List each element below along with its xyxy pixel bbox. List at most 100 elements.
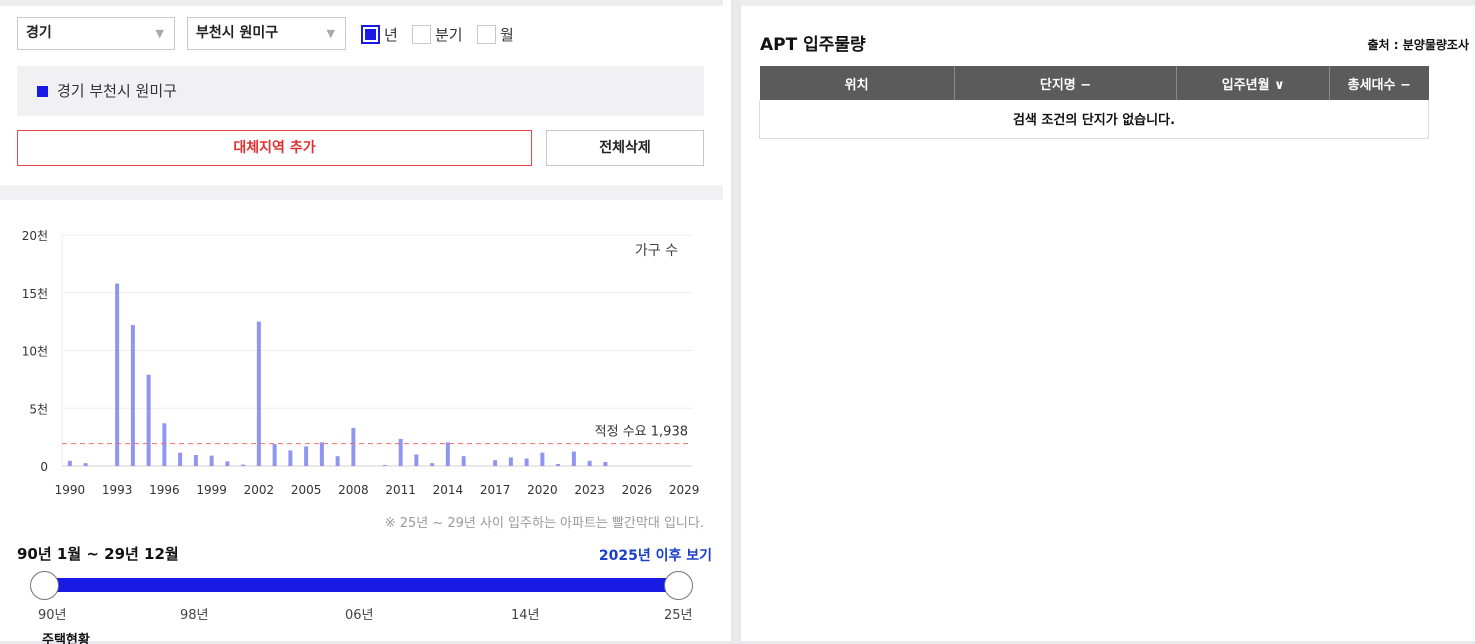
column-complex-name[interactable]: 단지명 − <box>954 66 1178 100</box>
chart-bar <box>67 460 72 466</box>
y-tick-label: 20천 <box>22 228 48 243</box>
x-tick-label: 2026 <box>622 483 653 497</box>
province-select-value: 경기 <box>26 25 52 41</box>
checkbox-unchecked-icon <box>477 24 496 44</box>
x-tick-label: 2017 <box>480 483 511 497</box>
reference-line-label: 적정 수요 1,938 <box>595 425 688 440</box>
y-tick-label: 10천 <box>22 344 48 359</box>
add-region-button[interactable]: 대체지역 추가 <box>17 130 532 166</box>
chart-bar <box>193 455 198 466</box>
y-tick-label: 15천 <box>22 286 48 301</box>
chart-bar <box>115 283 120 466</box>
x-tick-label: 2020 <box>527 483 558 497</box>
selected-region-label: 경기 부천시 원미구 <box>57 82 177 100</box>
x-tick-label: 1990 <box>55 483 86 497</box>
source-label: 출처 : 분양물량조사 <box>1367 38 1469 52</box>
selected-region-box: 경기 부천시 원미구 <box>17 66 704 116</box>
apt-supply-table: 위치 단지명 − 입주년월 ∨ 총세대수 − 검색 조건의 단지가 없습니다. <box>759 66 1429 139</box>
range-title: 90년 1월 ~ 29년 12월 <box>17 545 179 563</box>
province-select[interactable]: 경기 ▼ <box>17 17 175 50</box>
right-panel: APT 입주물량 출처 : 분양물량조사 위치 단지명 − 입주년월 ∨ 총세대… <box>741 0 1475 641</box>
district-select[interactable]: 부천시 원미구 ▼ <box>187 17 346 50</box>
x-tick-label: 2011 <box>385 483 416 497</box>
x-tick-label: 2008 <box>338 483 369 497</box>
chart-bar <box>571 451 576 466</box>
checkbox-unchecked-icon <box>412 24 431 44</box>
range-slider-end-handle[interactable] <box>664 571 693 600</box>
range-tick-label: 14년 <box>511 608 540 623</box>
range-slider-track[interactable] <box>44 578 678 592</box>
left-panel: 경기 ▼ 부천시 원미구 ▼ 년 분기 월 경기 부천시 원미구 대체지역 추가… <box>0 0 731 644</box>
range-tick-label: 98년 <box>180 608 209 623</box>
period-year-label: 년 <box>384 25 398 44</box>
x-tick-label: 2002 <box>244 483 275 497</box>
period-quarter-checkbox[interactable]: 분기 <box>412 24 463 44</box>
x-tick-label: 2014 <box>433 483 464 497</box>
chart-bar <box>587 460 592 466</box>
x-tick-label: 1999 <box>196 483 227 497</box>
chart-bar <box>83 463 88 466</box>
chart-bar <box>178 452 183 466</box>
chart-bar <box>256 321 261 466</box>
chart-bar <box>430 463 435 466</box>
chart-bar <box>603 461 608 466</box>
chart-bar <box>382 465 387 466</box>
chart-bar <box>272 444 277 466</box>
period-month-label: 월 <box>500 25 514 44</box>
x-tick-label: 1996 <box>149 483 180 497</box>
x-tick-label: 1993 <box>102 483 133 497</box>
chart-bar <box>209 455 214 466</box>
chart-bar <box>335 456 340 466</box>
supply-bar-chart: 0 5천 10천 15천 20천적정 수요 1,938 가구 수 1990 1993 1996 1… <box>22 228 700 497</box>
period-year-checkbox[interactable]: 년 <box>361 24 398 44</box>
chart-bar <box>508 457 513 466</box>
chart-bar <box>304 446 309 466</box>
chart-bar <box>319 442 324 466</box>
range-slider-start-handle[interactable] <box>30 571 59 600</box>
top-band <box>741 0 1475 6</box>
chart-bar <box>351 427 356 466</box>
apt-supply-title: APT 입주물량 <box>760 35 866 55</box>
period-month-checkbox[interactable]: 월 <box>477 24 514 44</box>
chart-bar <box>524 458 529 466</box>
chart-bar <box>162 423 167 466</box>
next-section-title: 주택현황 <box>42 633 90 644</box>
x-tick-label: 2005 <box>291 483 322 497</box>
series-label: 가구 수 <box>635 243 678 259</box>
delete-all-button[interactable]: 전체삭제 <box>546 130 704 166</box>
chart-bar <box>146 374 151 466</box>
range-tick-label: 25년 <box>664 608 693 623</box>
chart-bar <box>445 442 450 466</box>
column-total-units[interactable]: 총세대수 − <box>1329 66 1429 100</box>
chart-bar <box>241 464 246 466</box>
top-band <box>0 0 723 6</box>
after-2025-link[interactable]: 2025년 이후 보기 <box>599 545 712 565</box>
chevron-down-icon: ▼ <box>326 27 335 40</box>
section-divider <box>0 185 723 200</box>
range-tick-label: 90년 <box>38 608 67 623</box>
chart-bar <box>493 460 498 466</box>
column-location[interactable]: 위치 <box>759 66 955 100</box>
table-row: 검색 조건의 단지가 없습니다. <box>759 100 1429 139</box>
column-move-in-date[interactable]: 입주년월 ∨ <box>1176 66 1331 100</box>
x-tick-label: 2029 <box>669 483 700 497</box>
chart-bar <box>540 452 545 466</box>
chart-bar <box>225 461 230 466</box>
checkbox-checked-icon <box>361 24 380 44</box>
chart-bar <box>130 325 135 466</box>
period-quarter-label: 분기 <box>435 25 463 44</box>
chart-bar <box>414 454 419 466</box>
chevron-down-icon: ▼ <box>155 27 164 40</box>
region-color-swatch <box>37 86 48 97</box>
chart-bar <box>288 450 293 466</box>
y-tick-label: 0 <box>40 460 48 474</box>
table-header-row: 위치 단지명 − 입주년월 ∨ 총세대수 − <box>759 66 1429 100</box>
chart-note: ※ 25년 ~ 29년 사이 입주하는 아파트는 빨간막대 입니다. <box>384 516 704 531</box>
district-select-value: 부천시 원미구 <box>196 25 279 41</box>
y-tick-label: 5천 <box>29 401 48 416</box>
chart-bar <box>556 463 561 466</box>
empty-message: 검색 조건의 단지가 없습니다. <box>759 100 1429 139</box>
x-tick-label: 2023 <box>574 483 605 497</box>
chart-bar <box>461 456 466 466</box>
range-tick-label: 06년 <box>345 608 374 623</box>
